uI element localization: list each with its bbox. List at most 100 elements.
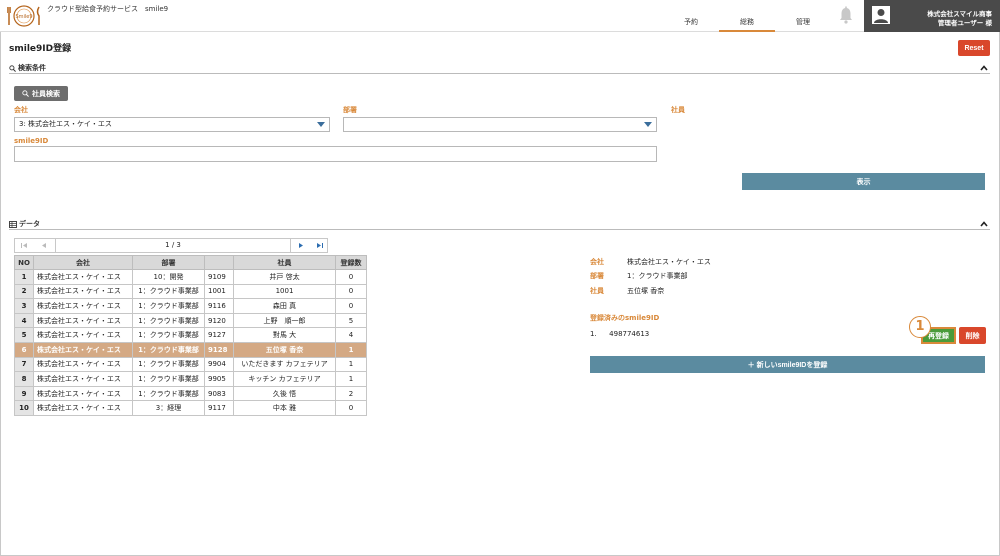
- table-row[interactable]: 5 株式会社エス・ケイ・エス 1：クラウド事業部 9127 對馬 大4: [14, 327, 367, 343]
- detail-department-label: 部署: [590, 272, 604, 280]
- cell-company: 株式会社エス・ケイ・エス: [33, 385, 133, 402]
- cell-department: 1：クラウド事業部: [132, 298, 205, 314]
- company-select[interactable]: 3: 株式会社エス・ケイ・エス: [14, 117, 330, 132]
- delete-button[interactable]: 削除: [959, 327, 986, 344]
- table-row[interactable]: 2 株式会社エス・ケイ・エス 1：クラウド事業部 1001 1001 0: [14, 283, 367, 300]
- cell-employee: 五位塚 香奈: [233, 341, 336, 358]
- cell-count: 5: [335, 312, 367, 329]
- bell-icon[interactable]: [838, 6, 854, 24]
- data-section-header[interactable]: データ: [9, 220, 990, 230]
- cell-employee: 井戸 啓太: [233, 269, 336, 285]
- tab-management[interactable]: 管理: [775, 16, 831, 32]
- cell-count: 0: [335, 298, 367, 314]
- tab-reservation[interactable]: 予約: [663, 16, 719, 32]
- cell-employee: 1001: [233, 283, 336, 300]
- cell-code: 9116: [204, 298, 234, 314]
- chevron-up-icon[interactable]: [980, 64, 988, 72]
- detail-employee-label: 社員: [590, 287, 604, 295]
- tab-general-affairs[interactable]: 総務: [719, 16, 775, 32]
- next-page-icon[interactable]: [292, 239, 310, 252]
- cell-count: 0: [335, 269, 367, 285]
- table-row[interactable]: 9 株式会社エス・ケイ・エス 1：クラウド事業部 9083 久後 悟2: [14, 385, 367, 402]
- service-title: クラウド型給食予約サービス smile9: [47, 5, 169, 13]
- employee-search-button[interactable]: 社員検索: [14, 86, 68, 101]
- cell-company: 株式会社エス・ケイ・エス: [33, 371, 133, 387]
- cell-company: 株式会社エス・ケイ・エス: [33, 341, 133, 358]
- table-row[interactable]: 8 株式会社エス・ケイ・エス 1：クラウド事業部 9905 キッチン カフェテリア 1: [14, 371, 367, 387]
- column-header-employee: 社員: [233, 255, 336, 270]
- smile9id-label: smile9ID: [14, 137, 49, 145]
- cell-no: 1: [14, 269, 34, 285]
- register-new-smile9id-button[interactable]: ＋ 新しいsmile9IDを登録: [590, 356, 985, 373]
- cell-department: 1：クラウド事業部: [132, 371, 205, 387]
- cell-code: 9127: [204, 327, 234, 343]
- cell-company: 株式会社エス・ケイ・エス: [33, 327, 133, 343]
- pager: 1 / 3: [14, 238, 328, 253]
- user-name: 管理者ユーザー 様: [937, 19, 992, 27]
- cell-code: 9904: [204, 356, 234, 373]
- cell-no: 7: [14, 356, 34, 373]
- cell-code: 9120: [204, 312, 234, 329]
- cell-employee: 上野 順一郎: [233, 312, 336, 329]
- registered-id-no: 1.: [590, 330, 597, 338]
- smile9id-input[interactable]: [14, 146, 657, 162]
- cell-company: 株式会社エス・ケイ・エス: [33, 356, 133, 373]
- cell-employee: 久後 悟: [233, 385, 336, 402]
- cell-count: 4: [335, 327, 367, 343]
- cell-department: 1：クラウド事業部: [132, 356, 205, 373]
- user-menu[interactable]: 株式会社スマイル商事 管理者ユーザー 様: [864, 0, 1000, 32]
- chevron-up-icon[interactable]: [980, 220, 988, 228]
- cell-no: 8: [14, 371, 34, 387]
- department-select[interactable]: [343, 117, 657, 132]
- cell-no: 10: [14, 400, 34, 416]
- cell-company: 株式会社エス・ケイ・エス: [33, 312, 133, 329]
- cell-department: 1：クラウド事業部: [132, 341, 205, 358]
- cell-count: 0: [335, 400, 367, 416]
- employee-search-label: 社員検索: [32, 90, 60, 98]
- user-avatar-icon: [872, 6, 890, 24]
- dropdown-arrow-icon: [644, 122, 652, 127]
- cell-company: 株式会社エス・ケイ・エス: [33, 400, 133, 416]
- cell-no: 2: [14, 283, 34, 300]
- table-row[interactable]: 7 株式会社エス・ケイ・エス 1：クラウド事業部 9904 いただきます カフェテリア 1: [14, 356, 367, 373]
- cell-count: 2: [335, 385, 367, 402]
- employee-label: 社員: [671, 106, 685, 114]
- show-button[interactable]: 表示: [742, 173, 985, 190]
- first-page-icon[interactable]: [15, 239, 33, 252]
- employee-table: NO 会社 部署 社員 登録数 1 株式会社エス・ケイ・エス 10：開発 9109 井戸…: [14, 255, 367, 416]
- detail-company-value: 株式会社エス・ケイ・エス: [627, 258, 711, 266]
- cell-employee: いただきます カフェテリア: [233, 356, 336, 373]
- registered-id-value: 498774613: [609, 330, 650, 338]
- detail-employee-value: 五位塚 香奈: [627, 287, 665, 295]
- cell-code: 9117: [204, 400, 234, 416]
- search-section-label: 検索条件: [18, 64, 46, 72]
- column-header-code: [204, 255, 234, 270]
- department-label: 部署: [343, 106, 357, 114]
- cell-employee: 中本 雅: [233, 400, 336, 416]
- search-icon: [9, 64, 16, 72]
- table-row[interactable]: 3 株式会社エス・ケイ・エス 1：クラウド事業部 9116 森田 真0: [14, 298, 367, 314]
- registered-ids-label: 登録済みのsmile9ID: [590, 314, 660, 322]
- last-page-icon[interactable]: [311, 239, 329, 252]
- cell-count: 1: [335, 341, 367, 358]
- dropdown-arrow-icon: [317, 122, 325, 127]
- reset-button[interactable]: Reset: [958, 40, 990, 56]
- cell-department: 1：クラウド事業部: [132, 385, 205, 402]
- data-section-label: データ: [19, 220, 40, 228]
- table-row[interactable]: 4 株式会社エス・ケイ・エス 1：クラウド事業部 9120 上野 順一郎 5: [14, 312, 367, 329]
- cell-company: 株式会社エス・ケイ・エス: [33, 298, 133, 314]
- page-title: smile9ID登録: [9, 44, 72, 54]
- table-row[interactable]: 1 株式会社エス・ケイ・エス 10：開発 9109 井戸 啓太 0: [14, 269, 367, 285]
- cell-department: 3：経理: [132, 400, 205, 416]
- smile9-logo-icon: Smile9: [7, 5, 40, 27]
- table-row[interactable]: 6 株式会社エス・ケイ・エス 1：クラウド事業部 9128 五位塚 香奈 1: [14, 341, 367, 358]
- search-icon: [22, 90, 29, 97]
- cell-no: 4: [14, 312, 34, 329]
- search-section-header[interactable]: 検索条件: [9, 64, 990, 74]
- cell-count: 0: [335, 283, 367, 300]
- prev-page-icon[interactable]: [35, 239, 53, 252]
- cell-department: 1：クラウド事業部: [132, 283, 205, 300]
- table-row[interactable]: 10 株式会社エス・ケイ・エス 3：経理 9117 中本 雅0: [14, 400, 367, 416]
- registered-id-item: 1. 498774613: [590, 330, 649, 338]
- step-callout-badge: 1: [909, 316, 931, 338]
